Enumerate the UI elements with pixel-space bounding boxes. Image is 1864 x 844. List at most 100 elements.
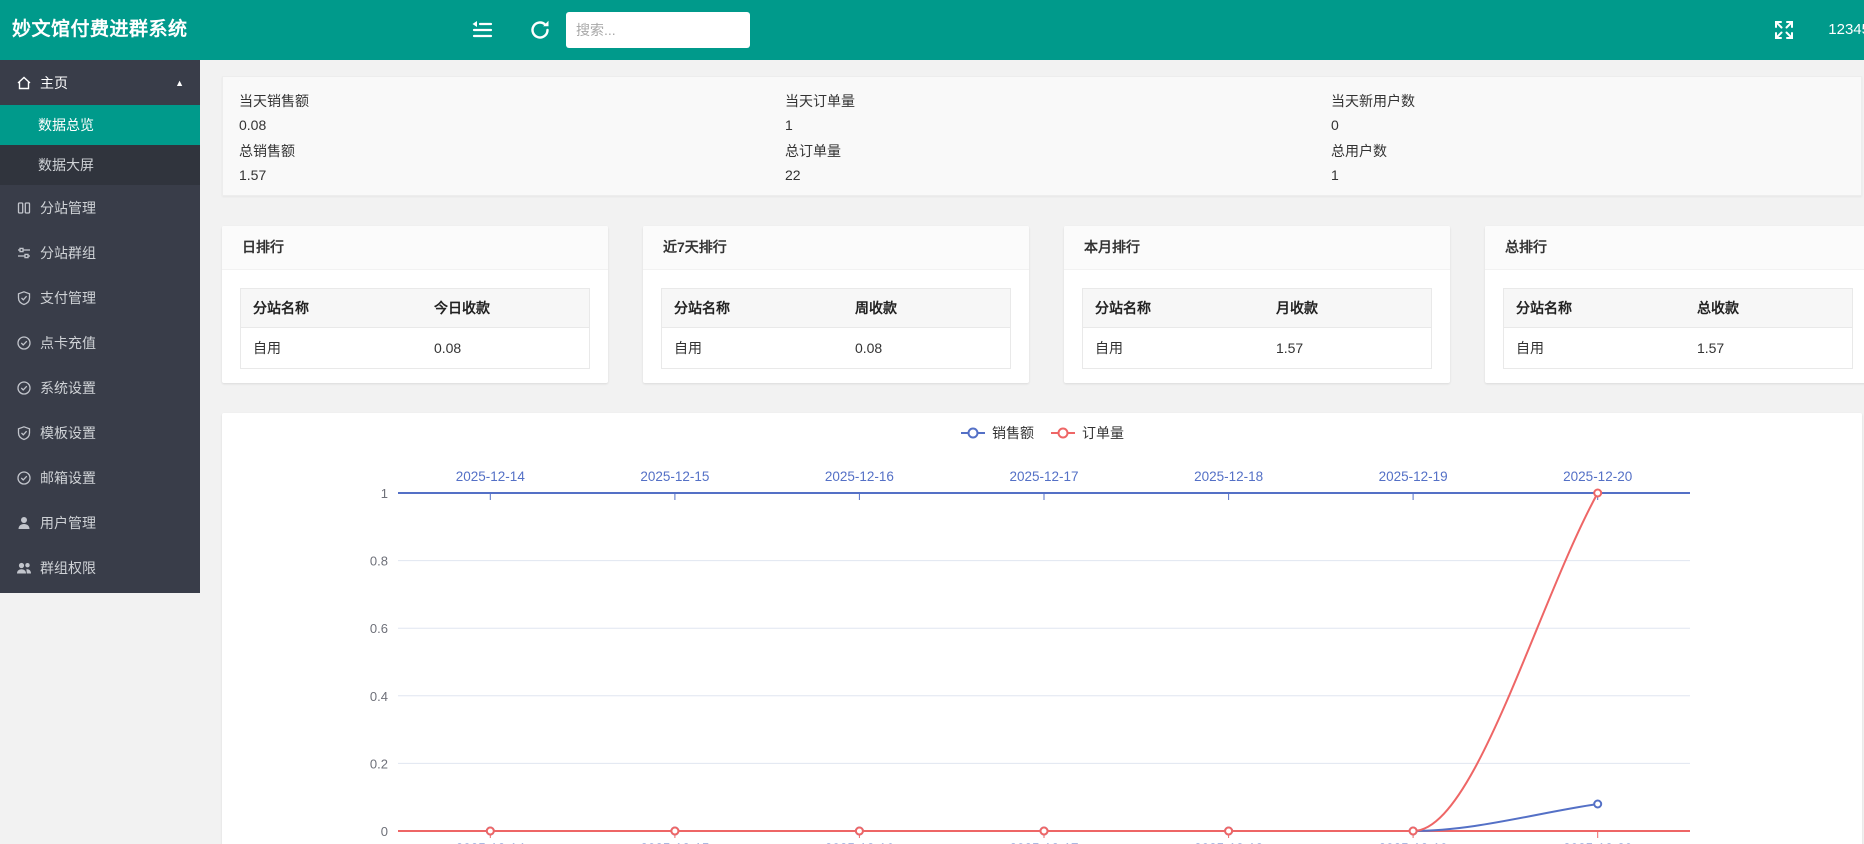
cell-site-name: 自用 [241, 328, 422, 369]
user-icon [16, 515, 32, 531]
stat-value: 1.57 [239, 167, 753, 183]
sidebar-item-system-settings[interactable]: 系统设置 [0, 365, 200, 410]
home-submenu: 数据总览 数据大屏 [0, 105, 200, 185]
sidebar-item-label: 主页 [40, 73, 68, 93]
top-date-label: 2025-12-15 [640, 469, 709, 484]
cell-amount: 0.08 [422, 328, 590, 369]
table-header-row: 分站名称 总收款 [1504, 289, 1853, 328]
refresh-icon[interactable] [528, 18, 552, 42]
main-content: 当天销售额 0.08 当天订单量 1 当天新用户数 0 总销售额 1.57 总订… [200, 60, 1864, 844]
columns-icon [16, 200, 32, 216]
sidebar-item-group-permissions[interactable]: 群组权限 [0, 545, 200, 590]
circle-check-icon [16, 380, 32, 396]
month-rank-table: 分站名称 月收款 自用 1.57 [1082, 288, 1432, 369]
column-header: 分站名称 [1083, 289, 1264, 328]
data-point-marker [1410, 828, 1417, 835]
daily-rank-table: 分站名称 今日收款 自用 0.08 [240, 288, 590, 369]
card-title: 总排行 [1485, 226, 1864, 270]
column-header: 分站名称 [241, 289, 422, 328]
sidebar-item-label: 系统设置 [40, 378, 96, 398]
sidebar-item-data-screen[interactable]: 数据大屏 [0, 145, 200, 185]
cell-amount: 0.08 [843, 328, 1011, 369]
sidebar-item-card-recharge[interactable]: 点卡充值 [0, 320, 200, 365]
sidebar-item-label: 支付管理 [40, 288, 96, 308]
stat-label: 当天订单量 [785, 91, 1299, 111]
fullscreen-icon[interactable] [1772, 18, 1796, 42]
legend-item-orders[interactable]: 订单量 [1050, 423, 1124, 443]
column-header: 今日收款 [422, 289, 590, 328]
column-header: 总收款 [1685, 289, 1853, 328]
sidebar-item-user-manage[interactable]: 用户管理 [0, 500, 200, 545]
y-axis-label: 0.6 [370, 621, 388, 636]
legend-line-circle-icon [1050, 426, 1076, 440]
stat-label: 总订单量 [785, 141, 1299, 161]
cell-amount: 1.57 [1685, 328, 1853, 369]
sidebar-item-template-settings[interactable]: 模板设置 [0, 410, 200, 455]
daily-rank-card: 日排行 分站名称 今日收款 自用 0.08 [222, 226, 608, 383]
table-header-row: 分站名称 周收款 [662, 289, 1011, 328]
sidebar-item-label: 点卡充值 [40, 333, 96, 353]
sidebar-item-label: 邮箱设置 [40, 468, 96, 488]
sidebar-item-label: 模板设置 [40, 423, 96, 443]
total-rank-card: 总排行 分站名称 总收款 自用 1.57 [1485, 226, 1864, 383]
collapse-sidebar-icon[interactable] [470, 18, 494, 42]
sidebar-item-data-overview[interactable]: 数据总览 [0, 105, 200, 145]
top-date-label: 2025-12-20 [1563, 469, 1632, 484]
data-point-marker [1225, 828, 1232, 835]
stat-total-orders: 总订单量 22 [769, 137, 1315, 187]
stat-value: 1 [785, 117, 1299, 133]
data-point-marker [1594, 801, 1601, 808]
sales-orders-chart-card: 销售额 订单量 00.20.40.60.812025-12-142025-12-… [222, 413, 1862, 844]
top-date-label: 2025-12-19 [1379, 469, 1448, 484]
data-point-marker [671, 828, 678, 835]
sidebar-item-label: 数据总览 [38, 115, 94, 135]
sidebar-item-home[interactable]: 主页 ▲ [0, 60, 200, 105]
legend-line-circle-icon [960, 426, 986, 440]
sidebar-item-substation-manage[interactable]: 分站管理 [0, 185, 200, 230]
user-id[interactable]: 12345 [1828, 0, 1864, 60]
stat-value: 0.08 [239, 117, 753, 133]
data-point-marker [487, 828, 494, 835]
sidebar-item-label: 群组权限 [40, 558, 96, 578]
circle-check-icon [16, 335, 32, 351]
table-row: 自用 0.08 [662, 328, 1011, 369]
legend-label: 销售额 [992, 423, 1034, 443]
stat-label: 当天销售额 [239, 91, 753, 111]
table-header-row: 分站名称 今日收款 [241, 289, 590, 328]
y-axis-label: 1 [381, 486, 388, 501]
card-title: 日排行 [222, 226, 608, 270]
legend-label: 订单量 [1082, 423, 1124, 443]
column-header: 分站名称 [1504, 289, 1685, 328]
stat-label: 总用户数 [1331, 141, 1845, 161]
stat-total-sales: 总销售额 1.57 [223, 137, 769, 187]
sidebar-item-substation-groups[interactable]: 分站群组 [0, 230, 200, 275]
top-date-label: 2025-12-17 [1009, 469, 1078, 484]
data-point-marker [1594, 490, 1601, 497]
stat-today-new-users: 当天新用户数 0 [1315, 87, 1861, 137]
users-icon [16, 560, 32, 576]
top-date-label: 2025-12-18 [1194, 469, 1263, 484]
chevron-up-icon: ▲ [175, 78, 184, 88]
top-date-label: 2025-12-14 [456, 469, 526, 484]
search-input[interactable] [566, 12, 750, 48]
sidebar-item-label: 数据大屏 [38, 155, 94, 175]
column-header: 月收款 [1264, 289, 1432, 328]
data-point-marker [1041, 828, 1048, 835]
legend-item-sales[interactable]: 销售额 [960, 423, 1034, 443]
chart-legend: 销售额 订单量 [222, 423, 1862, 443]
sales-orders-line-chart: 00.20.40.60.812025-12-142025-12-152025-1… [222, 413, 1862, 844]
stat-today-orders: 当天订单量 1 [769, 87, 1315, 137]
week-rank-card: 近7天排行 分站名称 周收款 自用 0.08 [643, 226, 1029, 383]
column-header: 分站名称 [662, 289, 843, 328]
app-title: 妙文馆付费进群系统 [12, 0, 188, 60]
sidebar-item-payment-manage[interactable]: 支付管理 [0, 275, 200, 320]
y-axis-label: 0.4 [370, 689, 388, 704]
column-header: 周收款 [843, 289, 1011, 328]
series-line-订单量 [490, 493, 1597, 831]
y-axis-label: 0.8 [370, 554, 388, 569]
shield-check-icon [16, 425, 32, 441]
data-point-marker [856, 828, 863, 835]
stat-value: 22 [785, 167, 1299, 183]
sidebar-item-mail-settings[interactable]: 邮箱设置 [0, 455, 200, 500]
stats-summary-card: 当天销售额 0.08 当天订单量 1 当天新用户数 0 总销售额 1.57 总订… [222, 76, 1862, 196]
